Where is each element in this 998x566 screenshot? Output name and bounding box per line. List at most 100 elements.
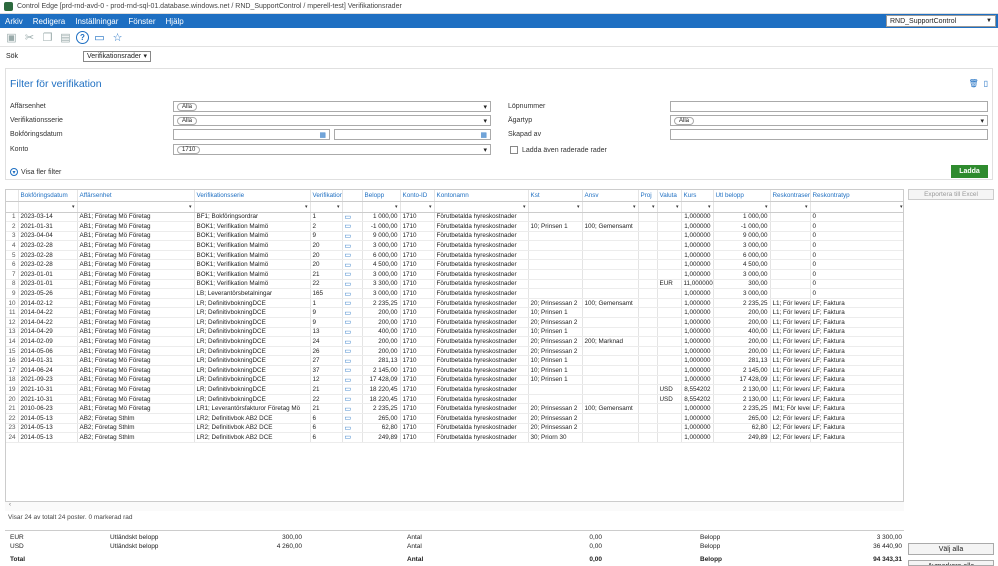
column-filter-select[interactable]: ▾ xyxy=(657,201,682,213)
col-header-belopp[interactable]: Belopp xyxy=(362,190,401,202)
delete-icon[interactable]: 🗑 xyxy=(968,79,978,88)
column-filter-select[interactable]: ▾ xyxy=(434,201,529,213)
document-icon[interactable]: ▭ xyxy=(345,425,352,432)
table-row[interactable]: 4 2023-02-28 AB1; Företag Mö Företag BOK1; … xyxy=(6,240,903,251)
document-icon[interactable]: ▭ xyxy=(345,233,352,240)
col-header-verifikationsserie[interactable]: Verifikationsserie xyxy=(194,190,311,202)
table-row[interactable]: 21 2010-06-23 AB1; Företag Mö Företag LR1; … xyxy=(6,403,903,414)
table-row[interactable]: 15 2014-05-06 AB1; Företag Mö Företag LR; D… xyxy=(6,346,903,357)
col-header-ansv[interactable]: Ansv xyxy=(582,190,639,202)
document-icon[interactable]: ▭ xyxy=(345,386,352,393)
col-header-konto-id[interactable]: Konto-ID xyxy=(400,190,435,202)
column-filter-select[interactable]: ▾ xyxy=(810,201,903,213)
document-icon[interactable]: ▭ xyxy=(345,396,352,403)
document-icon[interactable]: ▭ xyxy=(345,252,352,259)
col-header-affarsenhet[interactable]: Affärsenhet xyxy=(77,190,195,202)
col-header-kst[interactable]: Kst xyxy=(528,190,583,202)
save-icon[interactable]: ▣ xyxy=(4,30,19,45)
copy-icon[interactable]: ❐ xyxy=(40,30,55,45)
document-icon[interactable]: ▭ xyxy=(345,214,352,221)
date-from-input[interactable]: ▦ xyxy=(173,129,330,140)
table-row[interactable]: 23 2014-05-13 AB2; Företag Sthlm LR2; Defin… xyxy=(6,423,903,434)
document-icon[interactable]: ▭ xyxy=(345,300,352,307)
cut-icon[interactable]: ✂ xyxy=(22,30,37,45)
paste-icon[interactable]: ▤ xyxy=(58,30,73,45)
export-excel-button[interactable]: Exportera till Excel xyxy=(908,189,994,200)
column-filter-select[interactable]: ▾ xyxy=(681,201,714,213)
table-row[interactable]: 8 2023-01-01 AB1; Företag Mö Företag BOK1; … xyxy=(6,279,903,290)
col-header-utl-belopp[interactable]: Utl belopp xyxy=(713,190,771,202)
column-filter-select[interactable]: ▾ xyxy=(528,201,583,213)
star-icon[interactable]: ☆ xyxy=(110,30,125,45)
col-header-kontonamn[interactable]: Kontonamn xyxy=(434,190,529,202)
table-row[interactable]: 2 2021-01-31 AB1; Företag Mö Företag BOK1; … xyxy=(6,221,903,232)
table-row[interactable]: 24 2014-05-13 AB2; Företag Sthlm LR2; Defin… xyxy=(6,432,903,443)
table-row[interactable]: 6 2023-02-28 AB1; Företag Mö Företag BOK1; … xyxy=(6,259,903,271)
col-header-reskontratyp[interactable]: Reskontratyp xyxy=(810,190,903,202)
table-row[interactable]: 18 2021-09-23 AB1; Företag Mö Företag LR; D… xyxy=(6,375,903,386)
column-filter-select[interactable]: ▾ xyxy=(362,201,401,213)
column-filter-select[interactable]: ▾ xyxy=(194,201,311,213)
more-filters-link[interactable]: ▾ Visa fler filter xyxy=(10,168,61,176)
deselect-all-button[interactable]: Avmarkera alla xyxy=(908,560,994,566)
table-row[interactable]: 17 2014-06-24 AB1; Företag Mö Företag LR; D… xyxy=(6,365,903,376)
column-filter-select[interactable]: ▾ xyxy=(18,201,78,213)
table-row[interactable]: 20 2021-10-31 AB1; Företag Mö Företag LR; D… xyxy=(6,394,903,405)
table-row[interactable]: 3 2023-04-04 AB1; Företag Mö Företag BOK1; … xyxy=(6,231,903,242)
environment-select[interactable]: RND_SupportControl ▼ xyxy=(886,15,996,27)
table-row[interactable]: 11 2014-04-22 AB1; Företag Mö Företag LR; D… xyxy=(6,307,903,319)
document-icon[interactable]: ▯ xyxy=(984,79,988,88)
table-row[interactable]: 13 2014-04-29 AB1; Företag Mö Företag LR; D… xyxy=(6,327,903,338)
column-filter-select[interactable]: ▾ xyxy=(770,201,811,213)
col-header-proj[interactable]: Proj xyxy=(638,190,658,202)
document-icon[interactable]: ▭ xyxy=(345,406,352,413)
column-filter-select[interactable]: ▾ xyxy=(77,201,195,213)
verifikationsserie-select[interactable]: Alla ▾ xyxy=(173,115,491,126)
document-icon[interactable]: ▭ xyxy=(345,243,352,250)
document-icon[interactable]: ▭ xyxy=(345,262,352,269)
col-header-kurs[interactable]: Kurs xyxy=(681,190,714,202)
table-row[interactable]: 1 2023-03-14 AB1; Företag Mö Företag BF1; B… xyxy=(6,212,903,223)
calendar-icon[interactable]: ▦ xyxy=(319,131,326,139)
help-icon[interactable]: ? xyxy=(76,30,89,44)
calendar-icon[interactable]: ▦ xyxy=(480,131,487,139)
document-icon[interactable]: ▭ xyxy=(345,319,352,326)
table-row[interactable]: 16 2014-01-31 AB1; Företag Mö Företag LR; D… xyxy=(6,355,903,366)
table-row[interactable]: 7 2023-01-01 AB1; Företag Mö Företag BOK1; … xyxy=(6,269,903,280)
table-row[interactable]: 14 2014-02-09 AB1; Företag Mö Företag LR; D… xyxy=(6,336,903,347)
column-filter-select[interactable]: ▾ xyxy=(713,201,771,213)
document-icon[interactable]: ▭ xyxy=(345,223,352,230)
table-row[interactable]: 12 2014-04-22 AB1; Företag Mö Företag LR; D… xyxy=(6,317,903,328)
column-filter-select[interactable]: ▾ xyxy=(310,201,343,213)
table-row[interactable]: 5 2023-02-28 AB1; Företag Mö Företag BOK1; … xyxy=(6,250,903,261)
menu-fonster[interactable]: Fönster xyxy=(123,17,160,26)
search-select[interactable]: Verifikationsrader ▾ xyxy=(83,50,151,62)
load-button[interactable]: Ladda xyxy=(951,165,988,178)
table-row[interactable]: 10 2014-02-12 AB1; Företag Mö Företag LR; D… xyxy=(6,298,903,309)
menu-arkiv[interactable]: Arkiv xyxy=(0,17,28,26)
document-icon[interactable]: ▭ xyxy=(345,281,352,288)
horizontal-scrollbar[interactable]: ‹ xyxy=(5,501,904,511)
column-filter-select[interactable]: ▾ xyxy=(582,201,639,213)
select-all-button[interactable]: Välj alla xyxy=(908,543,994,555)
column-filter-select[interactable]: ▾ xyxy=(638,201,658,213)
agartyp-select[interactable]: Alla ▾ xyxy=(670,115,988,126)
document-icon[interactable]: ▭ xyxy=(345,329,352,336)
document-icon[interactable]: ▭ xyxy=(345,291,352,298)
col-header-valuta[interactable]: Valuta xyxy=(657,190,682,202)
chat-icon[interactable]: ▭ xyxy=(92,30,107,45)
menu-installningar[interactable]: Inställningar xyxy=(70,17,123,26)
table-row[interactable]: 22 2014-05-13 AB2; Företag Sthlm LR2; Defin… xyxy=(6,413,903,424)
include-deleted-checkbox[interactable] xyxy=(510,146,518,154)
document-icon[interactable]: ▭ xyxy=(345,377,352,384)
table-row[interactable]: 9 2023-05-26 AB1; Företag Mö Företag LB; Le… xyxy=(6,288,903,299)
document-icon[interactable]: ▭ xyxy=(345,415,352,422)
document-icon[interactable]: ▭ xyxy=(345,367,352,374)
col-header-reskontraserie[interactable]: Reskontraserie xyxy=(770,190,811,202)
document-icon[interactable]: ▭ xyxy=(345,358,352,365)
menu-hjalp[interactable]: Hjälp xyxy=(161,17,189,26)
document-icon[interactable]: ▭ xyxy=(345,348,352,355)
menu-redigera[interactable]: Redigera xyxy=(28,17,70,26)
col-header-verifikationsnr[interactable]: Verifikationsnr xyxy=(310,190,343,202)
document-icon[interactable]: ▭ xyxy=(345,339,352,346)
